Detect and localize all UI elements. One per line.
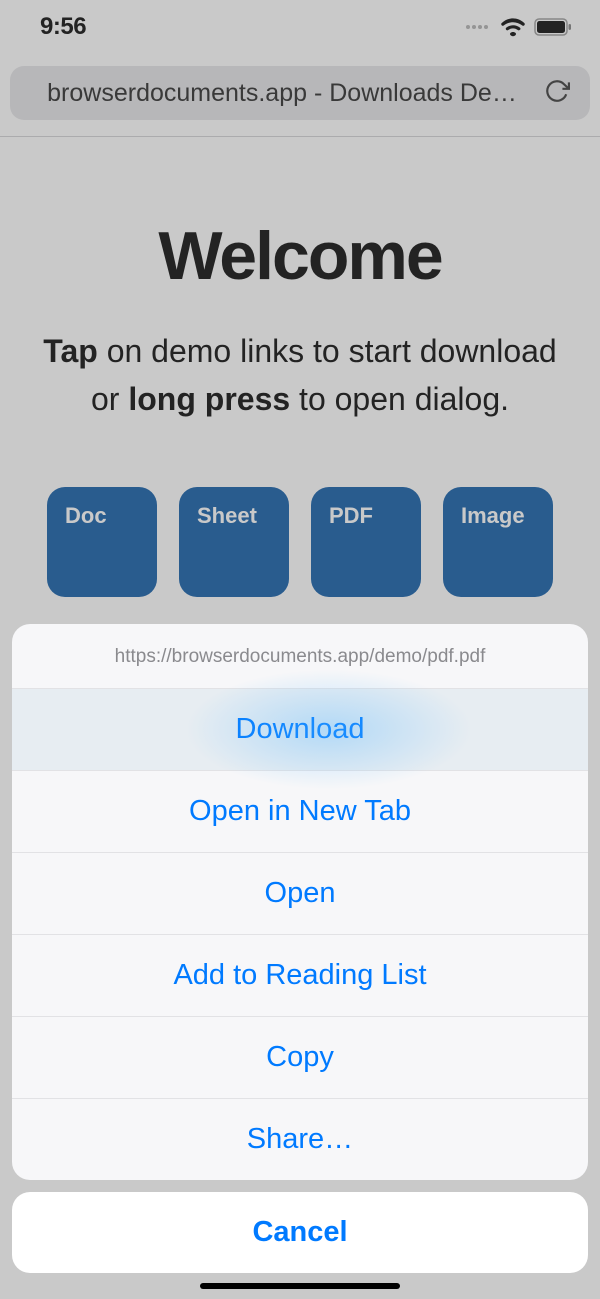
sheet-item-reading-list[interactable]: Add to Reading List (12, 935, 588, 1017)
action-sheet: https://browserdocuments.app/demo/pdf.pd… (0, 624, 600, 1299)
cancel-button[interactable]: Cancel (12, 1192, 588, 1273)
sheet-item-copy[interactable]: Copy (12, 1017, 588, 1099)
action-sheet-group: https://browserdocuments.app/demo/pdf.pd… (12, 624, 588, 1180)
sheet-item-new-tab[interactable]: Open in New Tab (12, 771, 588, 853)
sheet-item-open[interactable]: Open (12, 853, 588, 935)
sheet-item-share[interactable]: Share… (12, 1099, 588, 1180)
sheet-header-url: https://browserdocuments.app/demo/pdf.pd… (12, 624, 588, 689)
sheet-item-download[interactable]: Download (12, 689, 588, 771)
home-indicator[interactable] (200, 1283, 400, 1289)
